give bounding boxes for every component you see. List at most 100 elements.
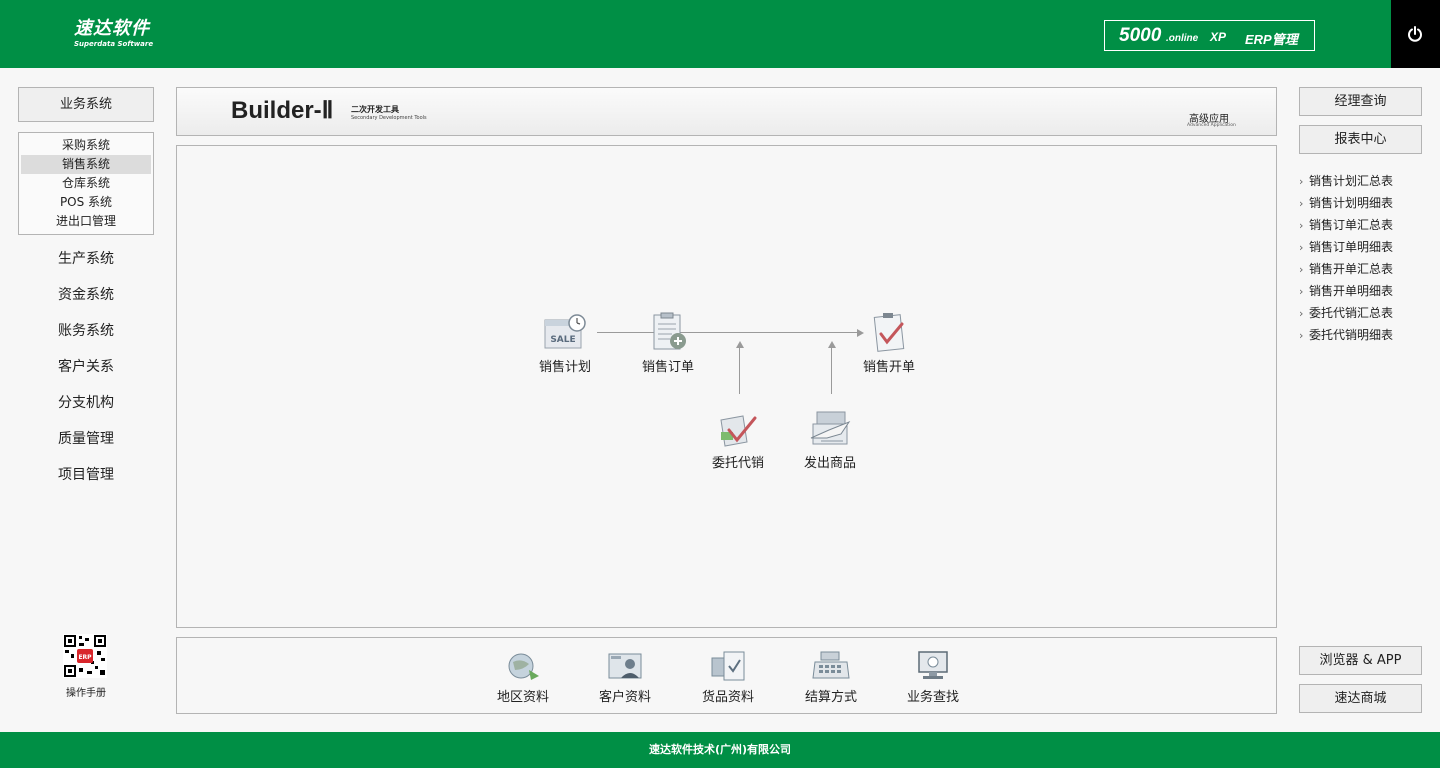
footer-bar: 速达软件技术(广州)有限公司	[0, 732, 1440, 768]
flow-consignment[interactable]: 委托代销	[698, 408, 778, 471]
subnav-item-sales[interactable]: 销售系统	[21, 155, 151, 174]
report-link[interactable]: › 委托代销明细表	[1299, 326, 1429, 348]
report-link[interactable]: › 委托代销汇总表	[1299, 304, 1429, 326]
customer-card-icon	[608, 653, 642, 679]
chevron-right-icon: ›	[1299, 241, 1304, 254]
logo: 速达软件 Superdata Software	[74, 18, 153, 48]
subnav-item-purchase[interactable]: 采购系统	[21, 136, 151, 155]
flow-line-up-1	[739, 346, 740, 394]
shop-button[interactable]: 速达商城	[1299, 684, 1422, 713]
nav-item-crm[interactable]: 客户关系	[18, 356, 154, 376]
product-xp: XP	[1210, 30, 1227, 44]
product-badge: 5000 .online XP ERP管理	[1104, 20, 1315, 51]
clipboard-add-icon	[653, 312, 686, 350]
monitor-search-icon	[918, 651, 948, 679]
chevron-right-icon: ›	[1299, 175, 1304, 188]
subnav-list: 采购系统 销售系统 仓库系统 POS 系统 进出口管理	[18, 132, 154, 235]
subnav-item-pos[interactable]: POS 系统	[21, 193, 151, 212]
flow-arrow-up-1	[736, 341, 744, 348]
clipboard-check-icon	[873, 313, 905, 352]
tool-customer-data-label: 客户资料	[598, 690, 651, 705]
footer-company: 速达软件技术(广州)有限公司	[648, 743, 792, 756]
flow-sales-plan[interactable]: SALE 销售计划	[525, 312, 605, 375]
nav-item-branches[interactable]: 分支机构	[18, 392, 154, 412]
tool-customer-data[interactable]: 客户资料	[585, 648, 665, 705]
chevron-right-icon: ›	[1299, 219, 1304, 232]
svg-text:SALE: SALE	[550, 335, 575, 345]
report-list: › 销售计划汇总表 › 销售计划明细表 › 销售订单汇总表 › 销售订单明细表 › 销售开…	[1299, 172, 1429, 348]
flow-sales-plan-label: 销售计划	[538, 360, 591, 375]
product-online: .online	[1166, 33, 1199, 44]
report-link-label: 销售计划汇总表	[1309, 174, 1394, 188]
nav-item-accounting[interactable]: 账务系统	[18, 320, 154, 340]
subnav-item-import-export[interactable]: 进出口管理	[21, 212, 151, 231]
tool-region-data-label: 地区资料	[496, 690, 549, 705]
chevron-right-icon: ›	[1299, 329, 1304, 342]
browser-app-button[interactable]: 浏览器 & APP	[1299, 646, 1422, 675]
report-link[interactable]: › 销售订单明细表	[1299, 238, 1429, 260]
ship-goods-icon	[810, 411, 851, 445]
cash-register-icon	[812, 651, 850, 679]
tool-settlement-label: 结算方式	[804, 690, 857, 705]
goods-list-icon	[711, 651, 745, 681]
power-button[interactable]	[1391, 0, 1440, 68]
report-link-label: 销售订单汇总表	[1309, 218, 1394, 232]
tool-goods-data[interactable]: 货品资料	[688, 648, 768, 705]
subnav-item-warehouse[interactable]: 仓库系统	[21, 174, 151, 193]
flow-line-up-2	[831, 346, 832, 394]
nav-item-projects[interactable]: 项目管理	[18, 464, 154, 484]
nav-business-system[interactable]: 业务系统	[18, 87, 154, 122]
builder-banner[interactable]: Builder-Ⅱ 二次开发工具 Secondary Development T…	[176, 87, 1277, 136]
logo-text-cn: 速达软件	[74, 18, 150, 39]
report-link[interactable]: › 销售计划汇总表	[1299, 172, 1429, 194]
nav-item-production[interactable]: 生产系统	[18, 248, 154, 268]
globe-arrow-icon	[508, 653, 539, 680]
report-link[interactable]: › 销售开单明细表	[1299, 282, 1429, 304]
tool-settlement[interactable]: 结算方式	[791, 648, 871, 705]
product-erp: ERP管理	[1245, 32, 1298, 47]
flow-sales-invoice[interactable]: 销售开单	[849, 312, 929, 375]
chevron-right-icon: ›	[1299, 263, 1304, 276]
qr-code-icon[interactable]: ERP	[63, 634, 107, 678]
power-icon	[1408, 26, 1422, 42]
flow-consignment-label: 委托代销	[711, 456, 764, 471]
flow-sales-order[interactable]: 销售订单	[628, 312, 708, 375]
builder-subtitle-cn: 二次开发工具	[351, 105, 399, 114]
report-link-label: 委托代销明细表	[1309, 328, 1394, 342]
product-version: 5000	[1119, 25, 1162, 46]
builder-subtitle-en: Secondary Development Tools	[351, 115, 427, 121]
flow-arrow-up-2	[828, 341, 836, 348]
report-link[interactable]: › 销售开单汇总表	[1299, 260, 1429, 282]
tool-business-search[interactable]: 业务查找	[893, 648, 973, 705]
tool-region-data[interactable]: 地区资料	[483, 648, 563, 705]
tool-business-search-label: 业务查找	[906, 690, 959, 705]
flow-sales-invoice-label: 销售开单	[862, 360, 915, 375]
flow-ship-goods-label: 发出商品	[803, 456, 856, 471]
nav-item-funds[interactable]: 资金系统	[18, 284, 154, 304]
header-bar: 速达软件 Superdata Software 5000 .online XP …	[0, 0, 1440, 68]
report-link[interactable]: › 销售订单汇总表	[1299, 216, 1429, 238]
basic-data-toolbar: 地区资料 客户资料 货品资料 结算方式 业务查找	[176, 637, 1277, 714]
report-link-label: 销售开单汇总表	[1309, 262, 1394, 276]
manual-label[interactable]: 操作手册	[50, 684, 122, 699]
svg-text:ERP: ERP	[78, 654, 92, 661]
manager-query-button[interactable]: 经理查询	[1299, 87, 1422, 116]
report-link-label: 委托代销汇总表	[1309, 306, 1394, 320]
builder-title: Builder-Ⅱ	[231, 97, 334, 124]
report-link-label: 销售开单明细表	[1309, 284, 1394, 298]
flow-sales-order-label: 销售订单	[641, 360, 694, 375]
report-link-label: 销售订单明细表	[1309, 240, 1394, 254]
report-link-label: 销售计划明细表	[1309, 196, 1394, 210]
sale-calendar-icon: SALE	[544, 314, 586, 349]
nav-item-quality[interactable]: 质量管理	[18, 428, 154, 448]
consignment-check-icon	[720, 415, 757, 447]
chevron-right-icon: ›	[1299, 197, 1304, 210]
flow-ship-goods[interactable]: 发出商品	[790, 408, 870, 471]
advanced-app-en: Advanced Application	[1187, 123, 1236, 128]
report-center-button[interactable]: 报表中心	[1299, 125, 1422, 154]
sales-flow-panel: SALE 销售计划 销售订单 销售开单 委托代销 发出商品	[176, 145, 1277, 628]
logo-text-en: Superdata Software	[74, 40, 154, 48]
chevron-right-icon: ›	[1299, 285, 1304, 298]
report-link[interactable]: › 销售计划明细表	[1299, 194, 1429, 216]
tool-goods-data-label: 货品资料	[701, 690, 754, 705]
